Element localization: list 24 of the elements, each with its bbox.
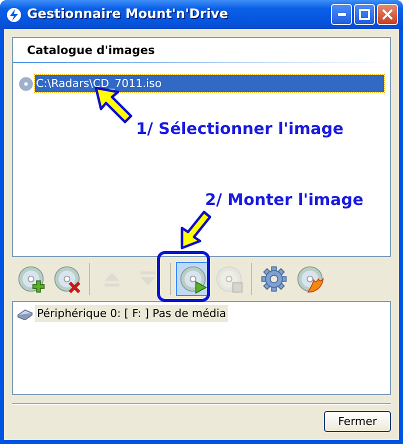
minimize-button[interactable] [331,4,352,25]
catalog-header: Catalogue d'images [13,38,390,63]
close-button[interactable] [377,4,398,25]
disc-play-icon [178,264,208,294]
maximize-icon [359,9,370,20]
highlight-ring [157,251,210,302]
disc-plus-icon [16,264,46,294]
window-title: Gestionnaire Mount'n'Drive [27,7,230,22]
disc-stop-icon [214,264,244,294]
disc-flame-icon [295,264,325,294]
close-dialog-button[interactable]: Fermer [324,411,391,432]
disc-cross-icon [52,264,82,294]
minimize-icon [338,13,346,16]
drive-icon [17,308,33,320]
settings-icon [259,264,289,294]
disc-icon [19,76,33,90]
close-icon [382,9,393,20]
device-item[interactable]: Périphérique 0: [ F: ] Pas de média [35,305,228,322]
annotation-text: 2/ Monter l'image [205,190,364,209]
app-logo-icon [6,6,22,22]
annotation-text: 1/ Sélectionner l'image [136,119,344,138]
mount-button[interactable] [176,262,210,296]
catalog-item[interactable]: C:\Radars\CD_7011.iso [35,75,384,92]
maximize-button[interactable] [354,4,375,25]
